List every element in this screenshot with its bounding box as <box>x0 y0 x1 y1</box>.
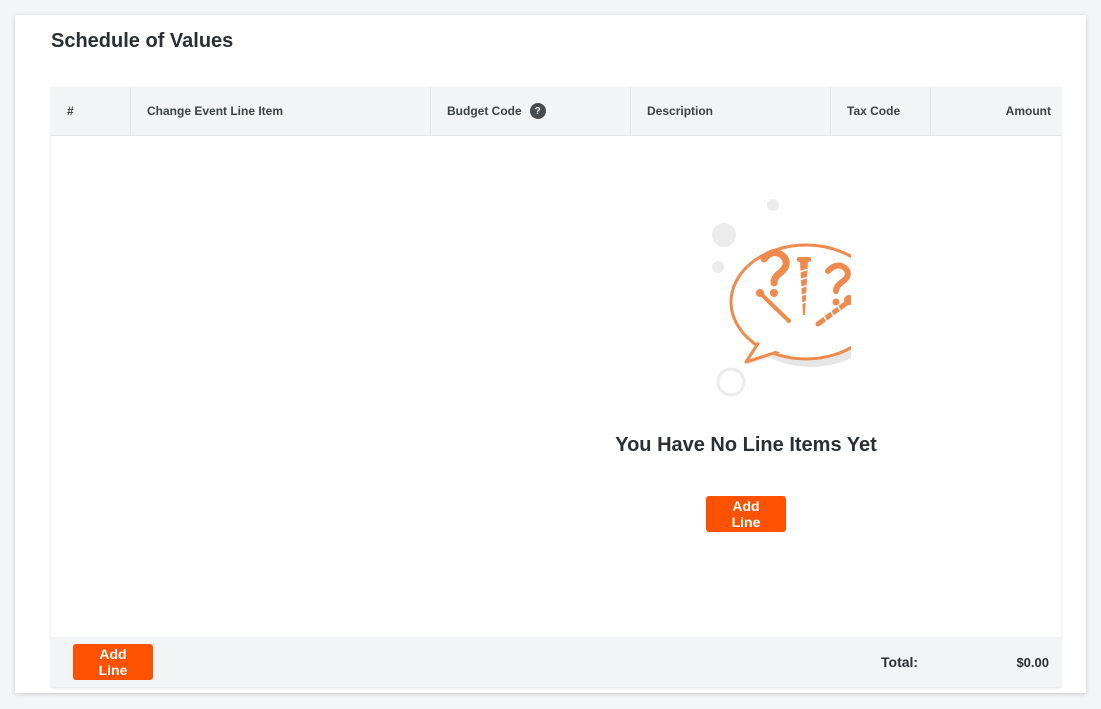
add-line-button[interactable]: Add Line <box>706 496 786 532</box>
footer-add-line-button[interactable]: Add Line <box>73 644 153 680</box>
column-header-amount[interactable]: Amount <box>931 87 1061 135</box>
column-label: Tax Code <box>847 104 901 118</box>
speech-bubble-question-screws-icon <box>651 197 886 407</box>
column-header-tax-code[interactable]: Tax Code <box>831 87 931 135</box>
total-label: Total: <box>881 654 919 670</box>
column-header-budget-code[interactable]: Budget Code ? <box>431 87 631 135</box>
line-items-table: # Change Event Line Item Budget Code ? D… <box>51 87 1061 687</box>
column-header-description[interactable]: Description <box>631 87 831 135</box>
empty-state-title: You Have No Line Items Yet <box>615 434 877 456</box>
column-header-number[interactable]: # <box>51 87 131 135</box>
schedule-of-values-card: Schedule of Values # Change Event Line I… <box>15 15 1086 693</box>
column-label: Description <box>647 104 714 118</box>
column-label: Change Event Line Item <box>147 104 284 118</box>
column-header-change-event-line-item[interactable]: Change Event Line Item <box>131 87 431 135</box>
column-label: # <box>67 104 74 118</box>
page-title: Schedule of Values <box>51 30 234 52</box>
table-header: # Change Event Line Item Budget Code ? D… <box>51 87 1061 136</box>
total-amount: $0.00 <box>1016 655 1049 670</box>
table-footer: Add Line Total: $0.00 <box>51 637 1061 687</box>
question-icon[interactable]: ? <box>529 103 546 119</box>
column-label: Budget Code <box>447 104 522 118</box>
column-label: Amount <box>1005 104 1051 118</box>
